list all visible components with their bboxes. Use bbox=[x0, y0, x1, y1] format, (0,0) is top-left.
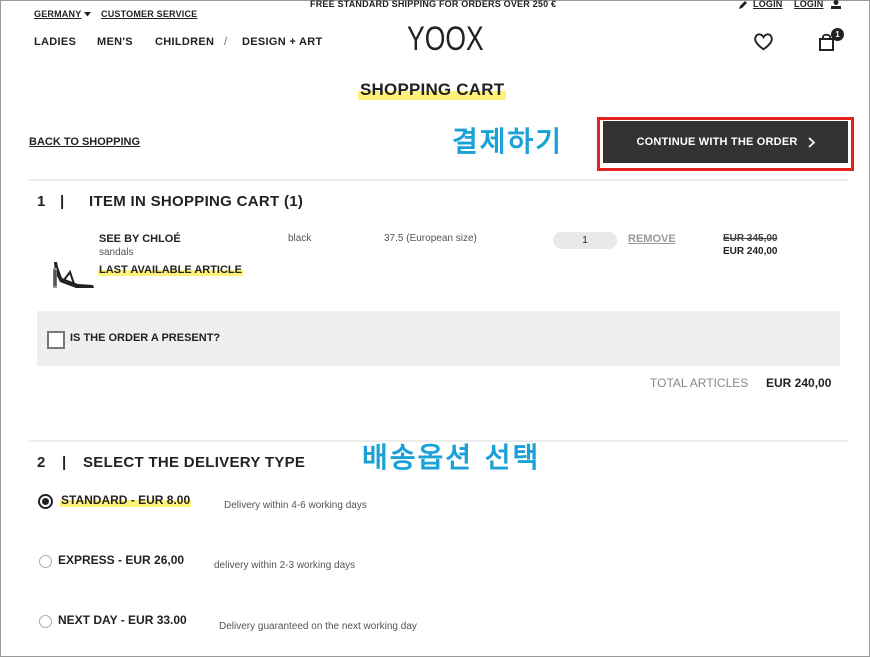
pencil-icon bbox=[739, 1, 747, 9]
option-next-day-desc: Delivery guaranteed on the next working … bbox=[219, 621, 417, 632]
sandal-image[interactable] bbox=[48, 258, 96, 290]
customer-service-link[interactable]: CUSTOMER SERVICE bbox=[101, 9, 197, 19]
availability-label: LAST AVAILABLE ARTICLE bbox=[98, 264, 243, 276]
chevron-right-icon bbox=[807, 136, 815, 148]
option-next-day-label[interactable]: NEXT DAY - EUR 33.00 bbox=[58, 613, 187, 627]
login-link[interactable]: LOGIN bbox=[753, 0, 783, 9]
nav-children[interactable]: CHILDREN bbox=[155, 36, 214, 48]
original-price: EUR 345,00 bbox=[723, 233, 778, 244]
item-color: black bbox=[288, 233, 312, 244]
section-number: 1 bbox=[37, 193, 46, 210]
nav-separator: / bbox=[224, 36, 228, 48]
delivery-annotation: 배송옵션 선택 bbox=[362, 441, 541, 474]
radio-standard[interactable] bbox=[38, 494, 53, 509]
back-to-shopping-link[interactable]: BACK TO SHOPPING bbox=[29, 136, 140, 148]
remove-item-link[interactable]: REMOVE bbox=[628, 233, 676, 245]
total-articles-value: EUR 240,00 bbox=[766, 376, 832, 390]
option-standard-desc: Delivery within 4-6 working days bbox=[224, 500, 367, 511]
radio-express[interactable] bbox=[39, 555, 52, 568]
continue-order-button[interactable]: CONTINUE WITH THE ORDER bbox=[603, 121, 848, 163]
cart-section-title: ITEM IN SHOPPING CART (1) bbox=[89, 193, 304, 210]
delivery-section-title: SELECT THE DELIVERY TYPE bbox=[83, 454, 306, 471]
total-articles-label: TOTAL ARTICLES bbox=[650, 376, 749, 390]
shipping-notice: FREE STANDARD SHIPPING FOR ORDERS OVER 2… bbox=[310, 0, 557, 9]
cart-count-badge: 1 bbox=[831, 28, 844, 41]
option-express-desc: delivery within 2-3 working days bbox=[214, 560, 356, 571]
section-separator: | bbox=[60, 193, 65, 210]
quantity-selector[interactable]: 1 bbox=[553, 232, 617, 249]
sale-price: EUR 240,00 bbox=[723, 246, 778, 257]
login-link-secondary[interactable]: LOGIN bbox=[794, 0, 824, 9]
nav-mens[interactable]: MEN'S bbox=[97, 36, 133, 48]
yoox-logo[interactable]: YOOX bbox=[407, 20, 484, 59]
gift-checkbox[interactable] bbox=[47, 331, 65, 349]
heart-icon[interactable] bbox=[753, 32, 774, 51]
gift-label[interactable]: IS THE ORDER A PRESENT? bbox=[70, 332, 220, 344]
chevron-down-icon bbox=[84, 12, 91, 17]
item-size: 37.5 (European size) bbox=[384, 233, 477, 244]
nav-design-art[interactable]: DESIGN + ART bbox=[242, 36, 323, 48]
section-separator: | bbox=[62, 454, 67, 471]
option-standard-label[interactable]: STANDARD - EUR 8.00 bbox=[60, 493, 192, 507]
option-express-label[interactable]: EXPRESS - EUR 26,00 bbox=[58, 553, 184, 567]
item-category: sandals bbox=[99, 247, 134, 258]
country-label: GERMANY bbox=[34, 9, 82, 19]
page-title: SHOPPING CART bbox=[358, 80, 507, 100]
nav-ladies[interactable]: LADIES bbox=[34, 36, 76, 48]
country-selector[interactable]: GERMANY bbox=[34, 9, 81, 19]
continue-order-label: CONTINUE WITH THE ORDER bbox=[636, 136, 798, 148]
user-icon[interactable] bbox=[831, 0, 841, 9]
divider bbox=[29, 179, 848, 181]
section-number: 2 bbox=[37, 454, 46, 471]
checkout-annotation: 결제하기 bbox=[452, 125, 564, 158]
item-brand[interactable]: SEE BY CHLOÉ bbox=[99, 233, 181, 245]
radio-next-day[interactable] bbox=[39, 615, 52, 628]
